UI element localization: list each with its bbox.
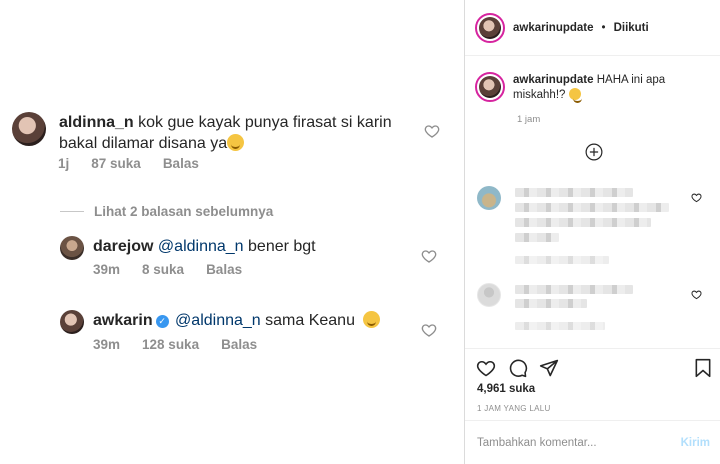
bookmark-icon[interactable] (694, 358, 712, 378)
caption-body: awkarinupdate HAHA ini apa miskahh!? (513, 72, 715, 103)
reply-username[interactable]: darejow (93, 238, 153, 255)
reply-likes[interactable]: 8 suka (142, 262, 184, 277)
reply-time: 39m (93, 337, 121, 352)
reply-text: bener bgt (248, 238, 316, 255)
avatar[interactable] (60, 236, 84, 260)
action-bar (465, 348, 720, 359)
reply-button[interactable]: Balas (221, 337, 257, 352)
reply-mention[interactable]: @aldinna_n (158, 238, 244, 255)
like-heart-icon[interactable] (424, 123, 440, 139)
story-ring[interactable] (475, 72, 505, 102)
blurred-comment (515, 203, 669, 212)
share-direct-icon[interactable] (539, 358, 559, 378)
grinning-emoji-icon (568, 88, 582, 103)
post-panel: awkarinupdate • Diikuti awkarinupdate HA… (465, 0, 720, 464)
like-count[interactable]: 4,961 suka (477, 383, 535, 395)
caption: awkarinupdate HAHA ini apa miskahh!? (475, 72, 715, 103)
comment-username[interactable]: aldinna_n (59, 114, 134, 131)
reply-likes[interactable]: 128 suka (142, 337, 199, 352)
blurred-comment (515, 299, 587, 308)
blurred-comment (515, 233, 559, 242)
divider-line (60, 211, 84, 212)
avatar[interactable] (60, 310, 84, 334)
avatar[interactable] (477, 186, 501, 210)
winking-tongue-emoji-icon (363, 311, 381, 328)
view-replies-button[interactable]: Lihat 2 balasan sebelumnya (60, 204, 273, 219)
reply-body: awkarin ✓ @aldinna_n sama Keanu (93, 310, 381, 331)
like-heart-icon[interactable] (691, 192, 702, 203)
comment-meta: 1j 87 suka Balas (58, 156, 199, 171)
post-timestamp[interactable]: 1 JAM YANG LALU (477, 404, 551, 413)
comment-body: aldinna_n kok gue kayak punya firasat si… (59, 112, 409, 154)
submit-comment-button[interactable]: Kirim (681, 437, 710, 449)
reply-meta: 39m 8 suka Balas (93, 262, 242, 277)
avatar[interactable] (12, 112, 46, 146)
reply-item: darejow @aldinna_n bener bgt (60, 236, 316, 260)
comment-item: aldinna_n kok gue kayak punya firasat si… (12, 112, 409, 154)
blurred-comment (515, 188, 633, 197)
like-heart-icon[interactable] (691, 289, 702, 300)
reply-meta: 39m 128 suka Balas (93, 337, 257, 352)
verified-badge-icon: ✓ (155, 315, 169, 328)
blurred-comment-meta (515, 256, 609, 264)
comment-bubble-icon[interactable] (508, 358, 528, 378)
comment-time: 1j (58, 156, 70, 171)
reply-body: darejow @aldinna_n bener bgt (93, 236, 316, 257)
reply-button[interactable]: Balas (206, 262, 242, 277)
separator: • (601, 21, 606, 34)
reply-mention[interactable]: @aldinna_n (175, 312, 261, 329)
avatar (479, 16, 501, 39)
caption-time: 1 jam (517, 114, 541, 125)
reply-item: awkarin ✓ @aldinna_n sama Keanu (60, 310, 381, 334)
like-heart-icon[interactable] (421, 248, 437, 264)
story-ring[interactable] (475, 12, 505, 43)
avatar[interactable] (477, 283, 501, 307)
reply-username[interactable]: awkarin (93, 312, 153, 329)
blurred-comment (515, 218, 651, 227)
reply-time: 39m (93, 262, 121, 277)
view-replies-label: Lihat 2 balasan sebelumnya (94, 204, 274, 219)
follow-status[interactable]: Diikuti (614, 22, 649, 34)
avatar (479, 76, 501, 98)
comment-input-bar: Tambahkan komentar... Kirim (465, 420, 720, 464)
caption-username[interactable]: awkarinupdate (513, 74, 594, 86)
zoomed-comment-panel: aldinna_n kok gue kayak punya firasat si… (0, 0, 464, 464)
blurred-comment (515, 285, 633, 294)
reply-text: sama Keanu (265, 312, 355, 329)
reply-button[interactable]: Balas (163, 156, 199, 171)
blurred-comment-meta (515, 322, 605, 330)
post-header: awkarinupdate • Diikuti (465, 0, 720, 56)
load-more-comments-icon[interactable] (585, 143, 603, 161)
like-heart-icon[interactable] (421, 322, 437, 338)
header-username[interactable]: awkarinupdate (513, 22, 594, 34)
comment-likes[interactable]: 87 suka (91, 156, 141, 171)
thinking-emoji-icon (227, 134, 245, 151)
like-heart-icon[interactable] (476, 358, 496, 378)
comment-input[interactable]: Tambahkan komentar... (477, 437, 681, 449)
